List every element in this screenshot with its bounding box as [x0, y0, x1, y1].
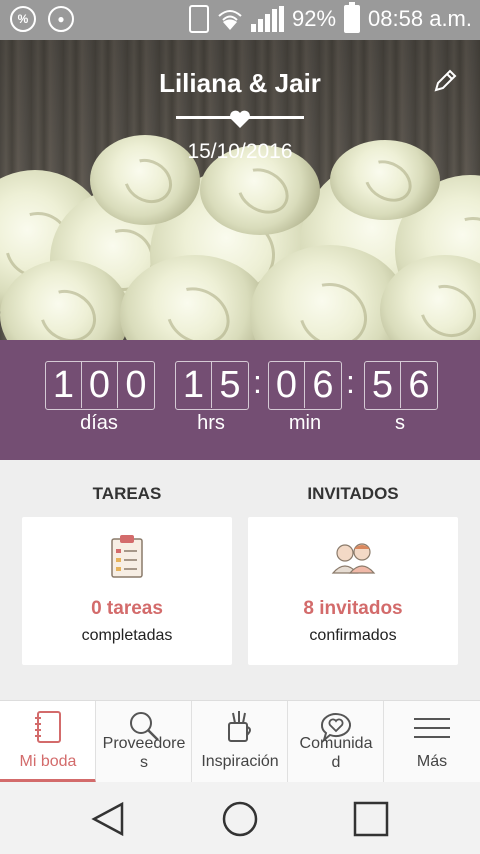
- tab-inspiracion[interactable]: Inspiración: [192, 701, 288, 783]
- time-separator: :: [346, 364, 355, 400]
- header-banner: Liliana & Jair 15/10/2016: [0, 40, 480, 340]
- minutes-digit: 6: [312, 364, 334, 406]
- time-separator: :: [253, 364, 262, 400]
- seconds-counter: 5 6: [364, 361, 438, 410]
- guests-card[interactable]: 8 invitados confirmados: [248, 517, 458, 665]
- guests-icon: [331, 543, 376, 574]
- home-icon[interactable]: [221, 800, 259, 838]
- status-left-icons: % ●: [10, 6, 74, 32]
- days-digit: 0: [125, 364, 147, 406]
- hours-digit: 5: [219, 364, 241, 406]
- phone-vibrate-icon: [189, 5, 209, 33]
- minutes-counter: 0 6: [268, 361, 342, 410]
- recent-apps-icon[interactable]: [352, 800, 390, 838]
- guests-count: 8 invitados: [303, 598, 403, 619]
- notification-icon: ●: [48, 6, 74, 32]
- hours-digit: 1: [176, 362, 212, 408]
- tasks-title: TAREAS: [92, 484, 162, 503]
- notebook-icon: [35, 711, 61, 743]
- tab-label: Mi boda: [19, 753, 77, 770]
- pencil-icon[interactable]: [430, 66, 460, 96]
- tab-mas[interactable]: Más: [384, 701, 480, 783]
- tab-label: Proveedore s: [102, 735, 186, 771]
- guests-subtitle: confirmados: [309, 627, 397, 644]
- clipboard-icon: [111, 535, 143, 578]
- minutes-label: min: [288, 412, 322, 434]
- system-navigation-bar: [0, 782, 480, 854]
- status-right-icons: 92% 08:58 a.m.: [189, 2, 472, 33]
- tab-label: Comunida d: [299, 735, 373, 771]
- seconds-label: s: [395, 412, 405, 434]
- wedding-date: 15/10/2016: [187, 140, 293, 163]
- tab-label: Inspiración: [201, 753, 279, 770]
- seconds-digit: 5: [365, 362, 401, 408]
- clock: 08:58 a.m.: [368, 6, 472, 31]
- heart-icon: [230, 110, 250, 128]
- back-icon[interactable]: [90, 800, 128, 838]
- seconds-digit: 6: [408, 364, 430, 406]
- status-bar: % ● 92% 08:58 a.m.: [0, 0, 480, 40]
- wedding-countdown: 1 0 0 días 1 5 : hrs 0 6 : min 5 6 s: [0, 340, 480, 460]
- tasks-subtitle: completadas: [81, 627, 173, 644]
- signal-icon: [251, 6, 284, 32]
- battery-icon: [344, 2, 361, 33]
- menu-icon: [414, 718, 450, 738]
- battery-percent: 92%: [292, 6, 337, 31]
- tab-proveedores[interactable]: Proveedore s: [96, 701, 192, 783]
- inspiration-cup-icon: [228, 711, 251, 742]
- days-label: días: [80, 412, 118, 434]
- days-digit: 1: [46, 362, 82, 408]
- tasks-count: 0 tareas: [91, 598, 163, 619]
- tab-mi-boda[interactable]: Mi boda: [0, 701, 96, 783]
- days-digit: 0: [82, 362, 118, 408]
- hours-counter: 1 5: [175, 361, 249, 410]
- couple-names: Liliana & Jair: [159, 68, 321, 98]
- guests-title: INVITADOS: [307, 484, 399, 503]
- wifi-icon: [218, 10, 242, 30]
- tab-label: Más: [416, 753, 448, 770]
- days-counter: 1 0 0: [45, 361, 155, 410]
- tab-comunidad[interactable]: Comunida d: [288, 701, 384, 783]
- wedding-summary: TAREAS INVITADOS 0 tareas completadas 8 …: [0, 460, 480, 700]
- percent-icon: %: [10, 6, 36, 32]
- tasks-card[interactable]: 0 tareas completadas: [22, 517, 232, 665]
- bottom-tab-bar: Mi boda Proveedore s Inspiración Comunid…: [0, 700, 480, 783]
- minutes-digit: 0: [269, 362, 305, 408]
